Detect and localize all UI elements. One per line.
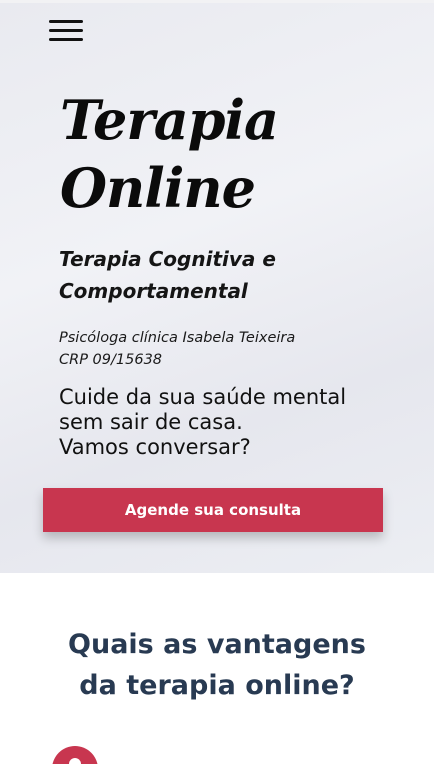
page: Terapia Online Terapia Cognitiva e Compo… [0, 0, 434, 764]
hero-title-line1: Terapia [60, 88, 279, 152]
tagline-line3: Vamos conversar? [59, 435, 251, 459]
advantage-circle-icon [52, 746, 98, 764]
psychologist-info: Psicóloga clínica Isabela Teixeira CRP 0… [59, 327, 359, 371]
advantages-title-line1: Quais as vantagens [68, 629, 366, 660]
advantages-title: Quais as vantagens da terapia online? [20, 624, 414, 706]
menu-bar-top [49, 20, 83, 23]
schedule-appointment-button[interactable]: Agende sua consulta [43, 488, 383, 532]
advantage-icon-dot [69, 758, 81, 764]
hero-title: Terapia Online [60, 86, 390, 222]
hero-subtitle: Terapia Cognitiva e Comportamental [59, 243, 359, 307]
hero-tagline: Cuide da sua saúde mental sem sair de ca… [59, 385, 379, 460]
hero-subtitle-line2: Comportamental [59, 279, 248, 303]
tagline-line2: sem sair de casa. [59, 410, 243, 434]
psychologist-name: Psicóloga clínica Isabela Teixeira [59, 330, 296, 346]
menu-bar-middle [49, 29, 83, 32]
hamburger-menu-icon[interactable] [49, 20, 83, 42]
advantages-title-line2: da terapia online? [79, 670, 355, 701]
hero-title-line2: Online [60, 156, 256, 220]
crp-number: CRP 09/15638 [59, 352, 163, 368]
tagline-line1: Cuide da sua saúde mental [59, 385, 347, 409]
menu-bar-bottom [49, 38, 83, 41]
hero-subtitle-line1: Terapia Cognitiva e [59, 247, 276, 271]
